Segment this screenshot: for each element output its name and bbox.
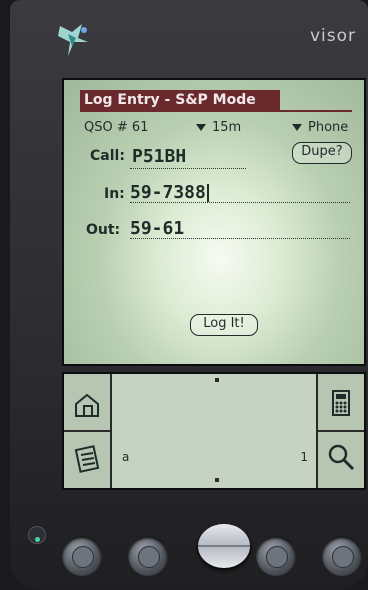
device-bezel: visor Log Entry - S&P Mode QSO # 61 15m … xyxy=(10,0,368,590)
graffiti-number-hint: 1 xyxy=(300,450,308,464)
graffiti-right-panel xyxy=(316,374,364,488)
app-screen: Log Entry - S&P Mode QSO # 61 15m Phone … xyxy=(62,78,366,366)
qso-number: QSO # 61 xyxy=(84,120,148,135)
call-field-underline xyxy=(130,168,246,169)
memo-icon xyxy=(332,546,354,568)
power-led xyxy=(35,537,40,542)
call-label: Call: xyxy=(90,148,125,164)
graffiti-letter-hint: a xyxy=(122,450,130,464)
todo-button[interactable] xyxy=(256,536,296,576)
graffiti-bottom-marker xyxy=(215,478,219,482)
in-field[interactable]: 59-7388 xyxy=(130,182,209,203)
dupe-button[interactable]: Dupe? xyxy=(292,142,352,164)
out-label: Out: xyxy=(86,222,121,238)
scroll-button[interactable] xyxy=(198,524,250,568)
log-info-row: QSO # 61 15m Phone xyxy=(84,120,354,138)
graffiti-top-marker xyxy=(215,378,219,382)
menu-icon[interactable] xyxy=(72,444,102,474)
in-field-underline xyxy=(130,202,350,203)
out-field[interactable]: 59-61 xyxy=(130,218,184,239)
visor-logo-icon xyxy=(58,24,88,56)
memo-button[interactable] xyxy=(322,536,362,576)
qso-value: 61 xyxy=(131,120,149,135)
title-underline xyxy=(80,110,352,112)
in-label: In: xyxy=(104,186,125,202)
graffiti-left-panel xyxy=(64,374,112,488)
qso-label: QSO # xyxy=(84,120,128,135)
graffiti-area[interactable]: a 1 xyxy=(62,372,366,490)
find-icon[interactable] xyxy=(326,442,356,472)
out-field-underline xyxy=(130,238,350,239)
dropdown-arrow-icon xyxy=(292,124,302,131)
call-field[interactable]: P51BH xyxy=(132,146,186,167)
graffiti-left-divider xyxy=(64,430,110,432)
address-icon xyxy=(138,546,160,568)
home-icon[interactable] xyxy=(72,390,102,420)
date-book-button[interactable] xyxy=(62,536,102,576)
date-book-icon xyxy=(72,546,94,568)
in-value: 59-7388 xyxy=(130,182,206,203)
band-select[interactable]: 15m xyxy=(196,120,241,135)
graffiti-writing-area[interactable]: a 1 xyxy=(112,374,318,488)
mode-select[interactable]: Phone xyxy=(292,120,348,135)
address-button[interactable] xyxy=(128,536,168,576)
mode-value: Phone xyxy=(308,120,349,135)
brand-label: visor xyxy=(309,26,356,46)
todo-icon xyxy=(266,546,288,568)
calculator-icon[interactable] xyxy=(326,388,356,418)
log-it-button[interactable]: Log It! xyxy=(190,314,258,336)
text-cursor xyxy=(206,184,209,202)
power-button[interactable] xyxy=(28,526,46,544)
title-bar: Log Entry - S&P Mode xyxy=(80,90,280,110)
graffiti-right-divider xyxy=(318,430,364,432)
dropdown-arrow-icon xyxy=(196,124,206,131)
band-value: 15m xyxy=(212,120,242,135)
